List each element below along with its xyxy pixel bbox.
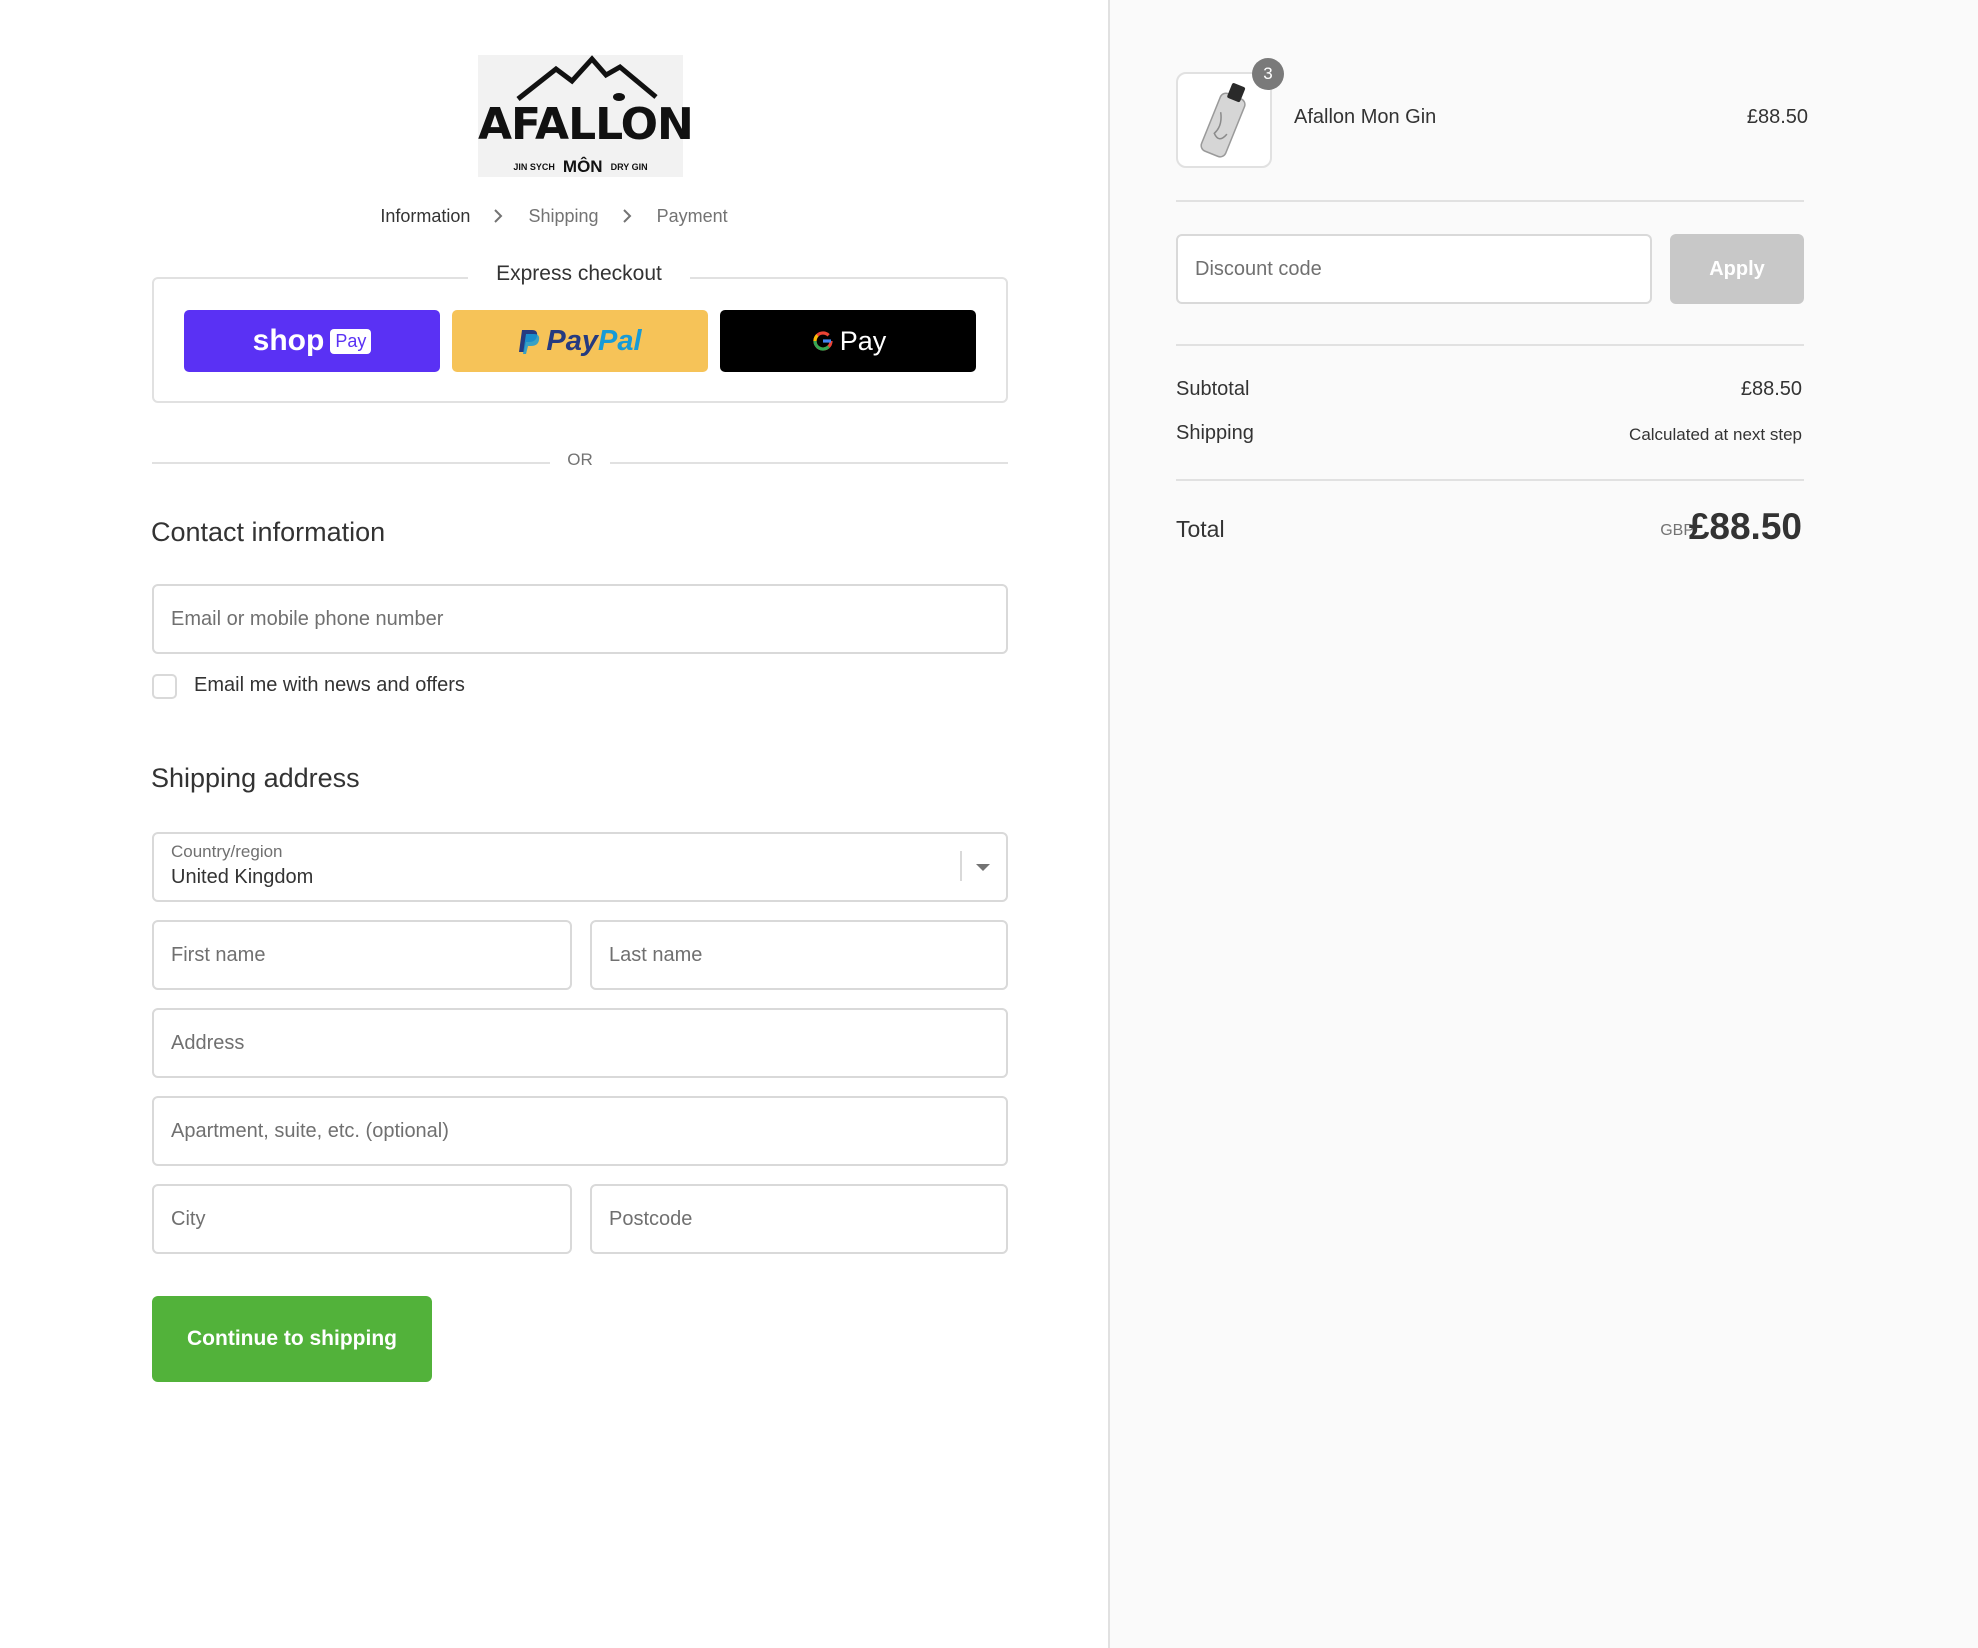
shipping-value: Calculated at next step bbox=[1629, 425, 1802, 444]
city-placeholder: City bbox=[171, 1207, 206, 1230]
google-pay-label: Pay bbox=[839, 325, 887, 356]
last-name-placeholder: Last name bbox=[609, 943, 703, 966]
address-field[interactable]: Address bbox=[152, 1008, 1008, 1078]
shipping-label: Shipping bbox=[1176, 422, 1254, 444]
product-name: Afallon Mon Gin bbox=[1294, 106, 1437, 128]
country-label: Country/region bbox=[171, 842, 283, 861]
or-divider-left bbox=[152, 462, 550, 464]
breadcrumb-shipping: Shipping bbox=[528, 205, 599, 226]
summary-divider bbox=[1176, 200, 1804, 202]
google-g-icon bbox=[813, 331, 833, 351]
chevron-down-icon bbox=[976, 864, 990, 871]
apply-discount-button[interactable]: Apply bbox=[1670, 234, 1804, 304]
express-checkout-title: Express checkout bbox=[468, 262, 690, 286]
subtotal-value: £88.50 bbox=[1740, 378, 1802, 400]
newsletter-checkbox[interactable] bbox=[152, 674, 177, 699]
logo-sub-right: DRY GIN bbox=[610, 162, 648, 172]
google-pay-button[interactable]: Pay bbox=[720, 310, 976, 372]
city-field[interactable]: City bbox=[152, 1184, 572, 1254]
breadcrumb: Information Shipping Payment bbox=[0, 205, 1108, 227]
mountain-icon bbox=[516, 55, 658, 101]
total-amount: £88.50 bbox=[1688, 506, 1802, 547]
total-label: Total bbox=[1176, 516, 1225, 542]
shipping-heading: Shipping address bbox=[151, 763, 360, 793]
discount-code-field[interactable]: Discount code bbox=[1176, 234, 1652, 304]
store-logo[interactable]: AFALLON JIN SYCH MÔN DRY GIN bbox=[478, 55, 694, 177]
country-select[interactable]: Country/region United Kingdom bbox=[152, 832, 1008, 902]
or-divider-right bbox=[610, 462, 1008, 464]
logo-sub-left: JIN SYCH bbox=[513, 162, 555, 172]
paypal-icon bbox=[519, 330, 540, 354]
apartment-placeholder: Apartment, suite, etc. (optional) bbox=[171, 1119, 449, 1142]
last-name-field[interactable]: Last name bbox=[590, 920, 1008, 990]
discount-placeholder: Discount code bbox=[1195, 257, 1322, 280]
breadcrumb-information[interactable]: Information bbox=[380, 206, 470, 227]
postcode-placeholder: Postcode bbox=[609, 1207, 693, 1230]
select-separator bbox=[960, 851, 962, 881]
paypal-button[interactable]: Pay Pal bbox=[452, 310, 708, 372]
summary-divider bbox=[1176, 479, 1804, 481]
shop-pay-button[interactable]: shop Pay bbox=[184, 310, 440, 372]
product-price: £88.50 bbox=[1746, 106, 1808, 128]
order-summary: 3 Afallon Mon Gin £88.50 Discount code A… bbox=[1108, 0, 1978, 1648]
subtotal-label: Subtotal bbox=[1176, 378, 1250, 400]
paypal-word-a: Pay bbox=[546, 324, 599, 357]
checkout-main: AFALLON JIN SYCH MÔN DRY GIN Information S… bbox=[0, 0, 1108, 1648]
chevron-right-icon bbox=[485, 205, 513, 227]
chevron-right-icon bbox=[614, 205, 642, 227]
paypal-word-b: Pal bbox=[598, 324, 642, 357]
email-field[interactable]: Email or mobile phone number bbox=[152, 584, 1008, 654]
apartment-field[interactable]: Apartment, suite, etc. (optional) bbox=[152, 1096, 1008, 1166]
country-value: United Kingdom bbox=[171, 866, 314, 888]
postcode-field[interactable]: Postcode bbox=[590, 1184, 1008, 1254]
logo-sub-mid: MÔN bbox=[562, 157, 603, 176]
first-name-placeholder: First name bbox=[171, 943, 266, 966]
logo-wordmark: AFALLON bbox=[478, 99, 694, 150]
quantity-badge: 3 bbox=[1252, 58, 1284, 90]
address-placeholder: Address bbox=[171, 1031, 245, 1054]
email-placeholder: Email or mobile phone number bbox=[171, 607, 444, 630]
first-name-field[interactable]: First name bbox=[152, 920, 572, 990]
or-divider-text: OR bbox=[567, 450, 593, 469]
breadcrumb-payment: Payment bbox=[656, 205, 728, 226]
continue-to-shipping-button[interactable]: Continue to shipping bbox=[152, 1296, 432, 1382]
gin-bottle-icon bbox=[1200, 83, 1246, 158]
logo-subtitle: JIN SYCH MÔN DRY GIN bbox=[478, 157, 683, 177]
shop-pay-wordmark: shop bbox=[252, 324, 325, 357]
shop-pay-pill: Pay bbox=[330, 328, 372, 354]
contact-heading: Contact information bbox=[151, 517, 386, 547]
summary-divider bbox=[1176, 344, 1804, 346]
newsletter-label: Email me with news and offers bbox=[194, 674, 465, 696]
